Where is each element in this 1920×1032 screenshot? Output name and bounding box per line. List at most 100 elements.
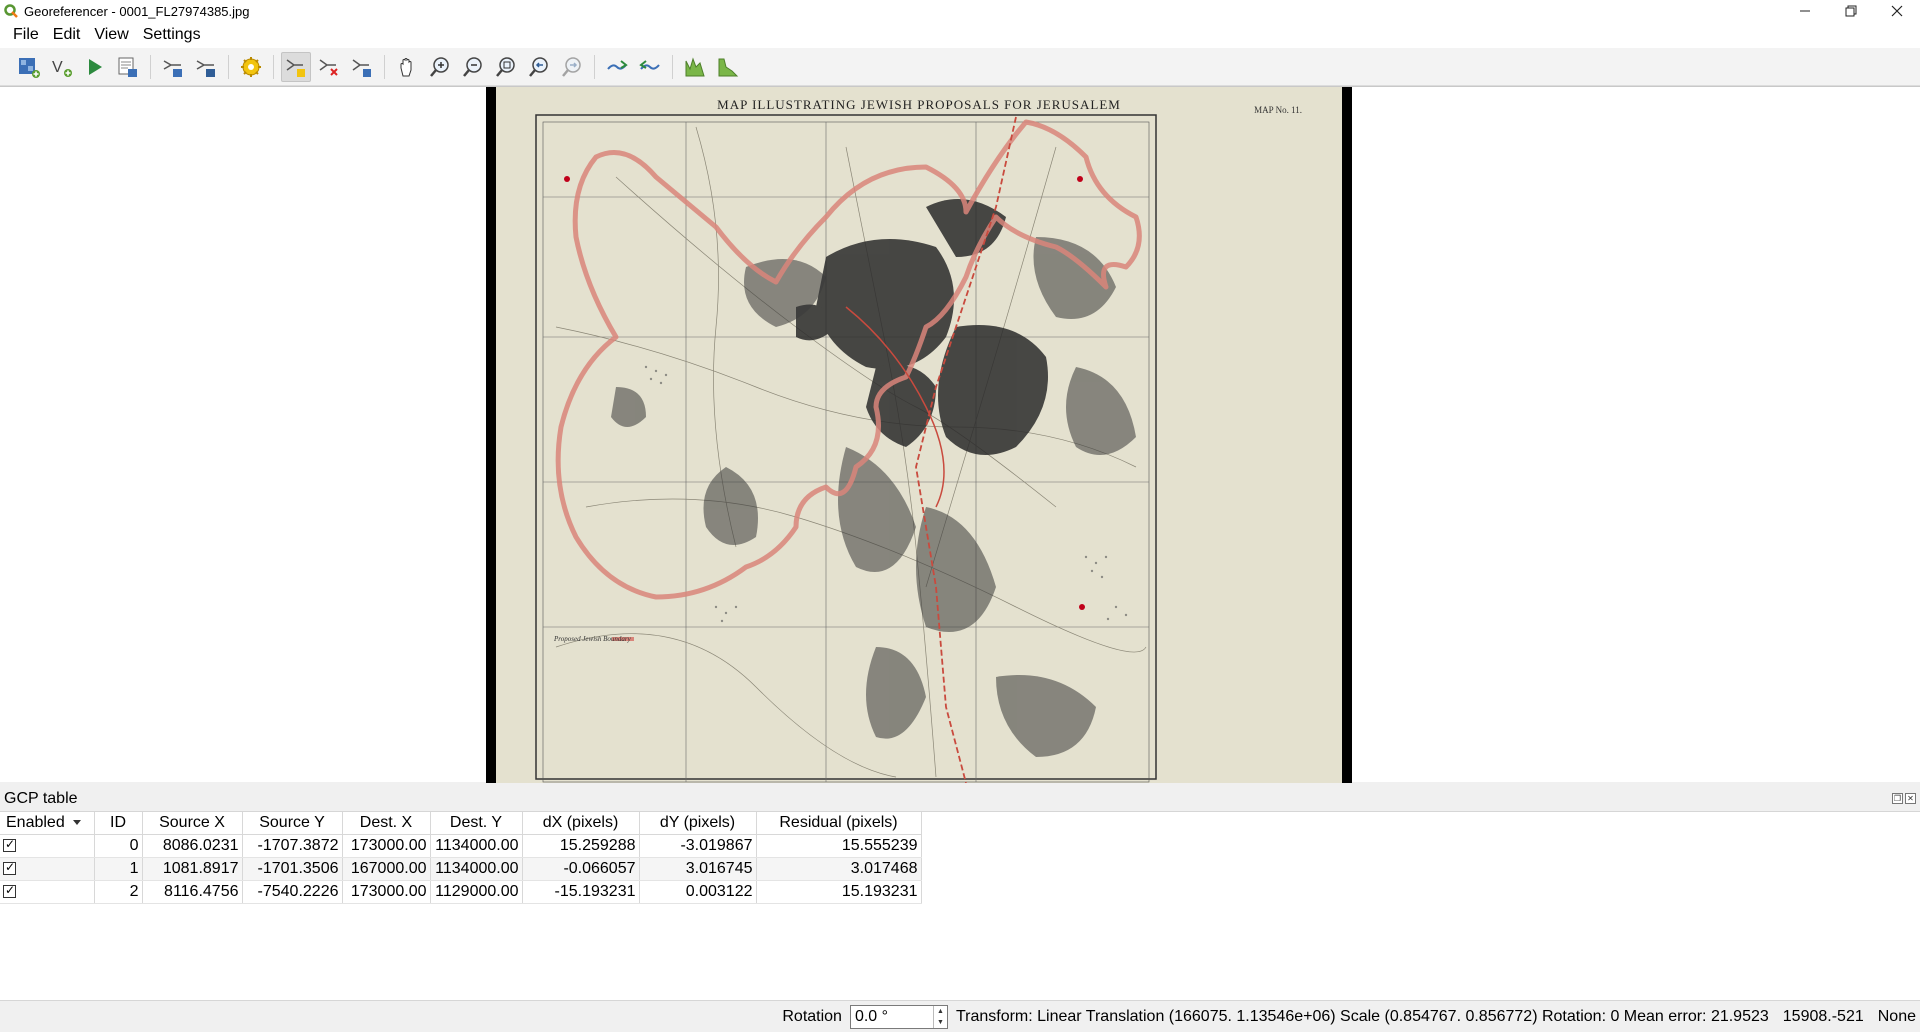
col-residual[interactable]: Residual (pixels) [756,812,922,835]
float-panel-icon[interactable]: ❐ [1892,793,1903,804]
gcp-table: Enabled ID Source X Source Y Dest. X Des… [0,812,922,904]
start-georeferencing-icon[interactable]: V [47,52,77,82]
save-gcp-as-icon[interactable] [191,52,221,82]
enabled-checkbox-cell[interactable] [0,834,95,858]
cell-id[interactable]: 0 [94,834,143,858]
crs-indicator[interactable]: None [1878,1008,1916,1026]
close-panel-icon[interactable]: ✕ [1905,793,1916,804]
rotation-input[interactable] [850,1007,933,1026]
gcp-panel-header: GCP table ❐ ✕ [0,787,1920,811]
col-dest-x[interactable]: Dest. X [342,812,431,835]
cell-id[interactable]: 1 [94,857,143,881]
window-controls [1782,0,1920,22]
delete-point-icon[interactable] [314,52,344,82]
cell-dx[interactable]: -0.066057 [522,857,640,881]
title-bar: Georeferencer - 0001_FL27974385.jpg [0,0,1920,22]
enabled-checkbox[interactable] [3,883,16,898]
add-point-icon[interactable] [281,51,311,82]
cell-dx[interactable]: 15.259288 [522,834,640,858]
col-dest-y[interactable]: Dest. Y [430,812,523,835]
window-title: Georeferencer - 0001_FL27974385.jpg [24,3,250,19]
table-row[interactable]: 1 1081.8917 -1701.3506 167000.00 1134000… [0,857,922,881]
minimize-button[interactable] [1782,0,1828,22]
toolbar-separator [228,54,229,79]
gcp-panel-title: GCP table [4,790,78,807]
map-drawing [535,114,1157,783]
enabled-checkbox[interactable] [3,860,16,875]
col-id[interactable]: ID [94,812,143,835]
toolbar-separator [150,54,151,79]
load-gcp-icon[interactable] [113,52,143,82]
cell-residual[interactable]: 3.017468 [756,857,922,881]
cell-source-y[interactable]: -1701.3506 [242,857,343,881]
map-title: MAP ILLUSTRATING JEWISH PROPOSALS FOR JE… [717,97,1121,112]
col-enabled-label: Enabled [6,813,65,831]
rotation-label: Rotation [782,1007,842,1025]
menu-view[interactable]: View [87,22,135,48]
cell-residual[interactable]: 15.555239 [756,834,922,858]
transformation-settings-icon[interactable] [236,52,266,82]
zoom-in-icon[interactable] [425,52,455,82]
zoom-out-icon[interactable] [458,52,488,82]
open-raster-icon[interactable] [14,52,44,82]
gcp-table-area: Enabled ID Source X Source Y Dest. X Des… [0,811,1920,1000]
zoom-next-icon[interactable] [557,52,587,82]
enabled-checkbox[interactable] [3,837,16,852]
link-georef-icon[interactable] [602,52,632,82]
table-row[interactable]: 0 8086.0231 -1707.3872 173000.00 1134000… [0,834,922,858]
enabled-checkbox-cell[interactable] [0,880,95,904]
col-dy[interactable]: dY (pixels) [639,812,757,835]
cell-dest-y[interactable]: 1134000.00 [430,834,523,858]
scanned-map-image: MAP ILLUSTRATING JEWISH PROPOSALS FOR JE… [496,87,1342,783]
cell-source-x[interactable]: 8086.0231 [142,834,243,858]
table-header-row: Enabled ID Source X Source Y Dest. X Des… [0,812,922,835]
cell-dy[interactable]: 0.003122 [639,880,757,904]
full-histogram-icon[interactable] [680,52,710,82]
cell-source-x[interactable]: 8116.4756 [142,880,243,904]
cell-dy[interactable]: 3.016745 [639,857,757,881]
cell-dx[interactable]: -15.193231 [522,880,640,904]
raster-frame: MAP ILLUSTRATING JEWISH PROPOSALS FOR JE… [486,87,1352,783]
link-qgis-icon[interactable] [635,52,665,82]
cell-dest-y[interactable]: 1129000.00 [430,880,523,904]
step-down-icon[interactable]: ▼ [934,1017,947,1028]
cell-dest-x[interactable]: 173000.00 [342,880,431,904]
col-source-y[interactable]: Source Y [242,812,343,835]
rotation-stepper[interactable]: ▲ ▼ [932,1005,947,1028]
cell-source-x[interactable]: 1081.8917 [142,857,243,881]
menu-settings[interactable]: Settings [136,22,208,48]
georeferencer-toolbar: V [0,48,1920,86]
col-enabled[interactable]: Enabled [0,812,95,835]
cell-source-y[interactable]: -7540.2226 [242,880,343,904]
restore-button[interactable] [1828,0,1874,22]
menu-bar: File Edit View Settings [0,22,1920,48]
cell-source-y[interactable]: -1707.3872 [242,834,343,858]
move-point-icon[interactable] [347,52,377,82]
cell-dest-x[interactable]: 173000.00 [342,834,431,858]
menu-edit[interactable]: Edit [46,22,88,48]
generate-script-icon[interactable] [80,52,110,82]
col-dx[interactable]: dX (pixels) [522,812,640,835]
col-source-x[interactable]: Source X [142,812,243,835]
close-button[interactable] [1874,0,1920,22]
save-gcp-icon[interactable] [158,52,188,82]
coordinate-readout: 15908.-521 [1782,1007,1864,1025]
cell-dy[interactable]: -3.019867 [639,834,757,858]
cell-dest-x[interactable]: 167000.00 [342,857,431,881]
map-canvas[interactable]: MAP ILLUSTRATING JEWISH PROPOSALS FOR JE… [0,86,1920,783]
menu-file[interactable]: File [6,22,46,48]
table-row[interactable]: 2 8116.4756 -7540.2226 173000.00 1129000… [0,880,922,904]
step-up-icon[interactable]: ▲ [934,1006,947,1017]
cell-dest-y[interactable]: 1134000.00 [430,857,523,881]
sort-arrow-icon [72,820,81,826]
cell-residual[interactable]: 15.193231 [756,880,922,904]
zoom-to-layer-icon[interactable] [491,52,521,82]
svg-text:V: V [52,59,63,76]
toolbar-separator [273,54,274,79]
enabled-checkbox-cell[interactable] [0,857,95,881]
zoom-last-icon[interactable] [524,52,554,82]
pan-icon[interactable] [392,52,422,82]
local-histogram-icon[interactable] [713,52,743,82]
rotation-spinbox[interactable]: ▲ ▼ [849,1004,948,1029]
cell-id[interactable]: 2 [94,880,143,904]
